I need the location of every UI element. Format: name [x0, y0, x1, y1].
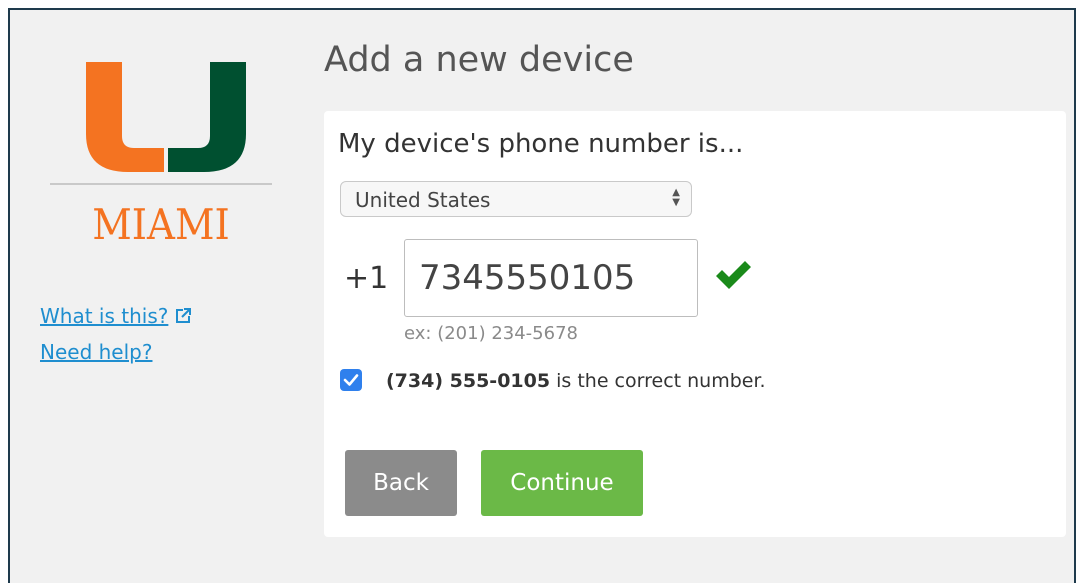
country-code: +1 [344, 261, 389, 296]
need-help-link[interactable]: Need help? [40, 340, 152, 364]
university-u-logo [86, 62, 246, 178]
what-is-this-link[interactable]: What is this? [40, 304, 192, 330]
app-frame: MIAMI What is this? Need help? Add a new… [8, 8, 1076, 583]
green-checkmark-icon [714, 259, 752, 295]
confirm-phone-number: (734) 555-0105 [386, 370, 551, 392]
country-select-value: United States [355, 188, 491, 212]
confirm-number-checkbox[interactable] [340, 369, 362, 391]
phone-number-input[interactable] [404, 239, 698, 317]
continue-button[interactable]: Continue [481, 450, 643, 516]
confirm-number-label: (734) 555-0105 is the correct number. [386, 370, 766, 392]
logo-divider [50, 183, 272, 185]
up-down-arrows-icon: ▲ ▼ [672, 187, 680, 208]
phone-example-hint: ex: (201) 234-5678 [404, 323, 578, 344]
what-is-this-label[interactable]: What is this? [40, 304, 168, 328]
checkmark-icon [343, 374, 359, 386]
back-button[interactable]: Back [345, 450, 457, 516]
country-select[interactable]: United States ▲ ▼ [340, 181, 692, 217]
logo-wordmark: MIAMI [92, 200, 230, 249]
confirm-suffix: is the correct number. [550, 370, 766, 392]
form-heading: My device's phone number is... [338, 129, 744, 159]
device-form-card: My device's phone number is... United St… [324, 111, 1066, 537]
page-title: Add a new device [324, 40, 634, 80]
external-link-icon [174, 306, 192, 330]
